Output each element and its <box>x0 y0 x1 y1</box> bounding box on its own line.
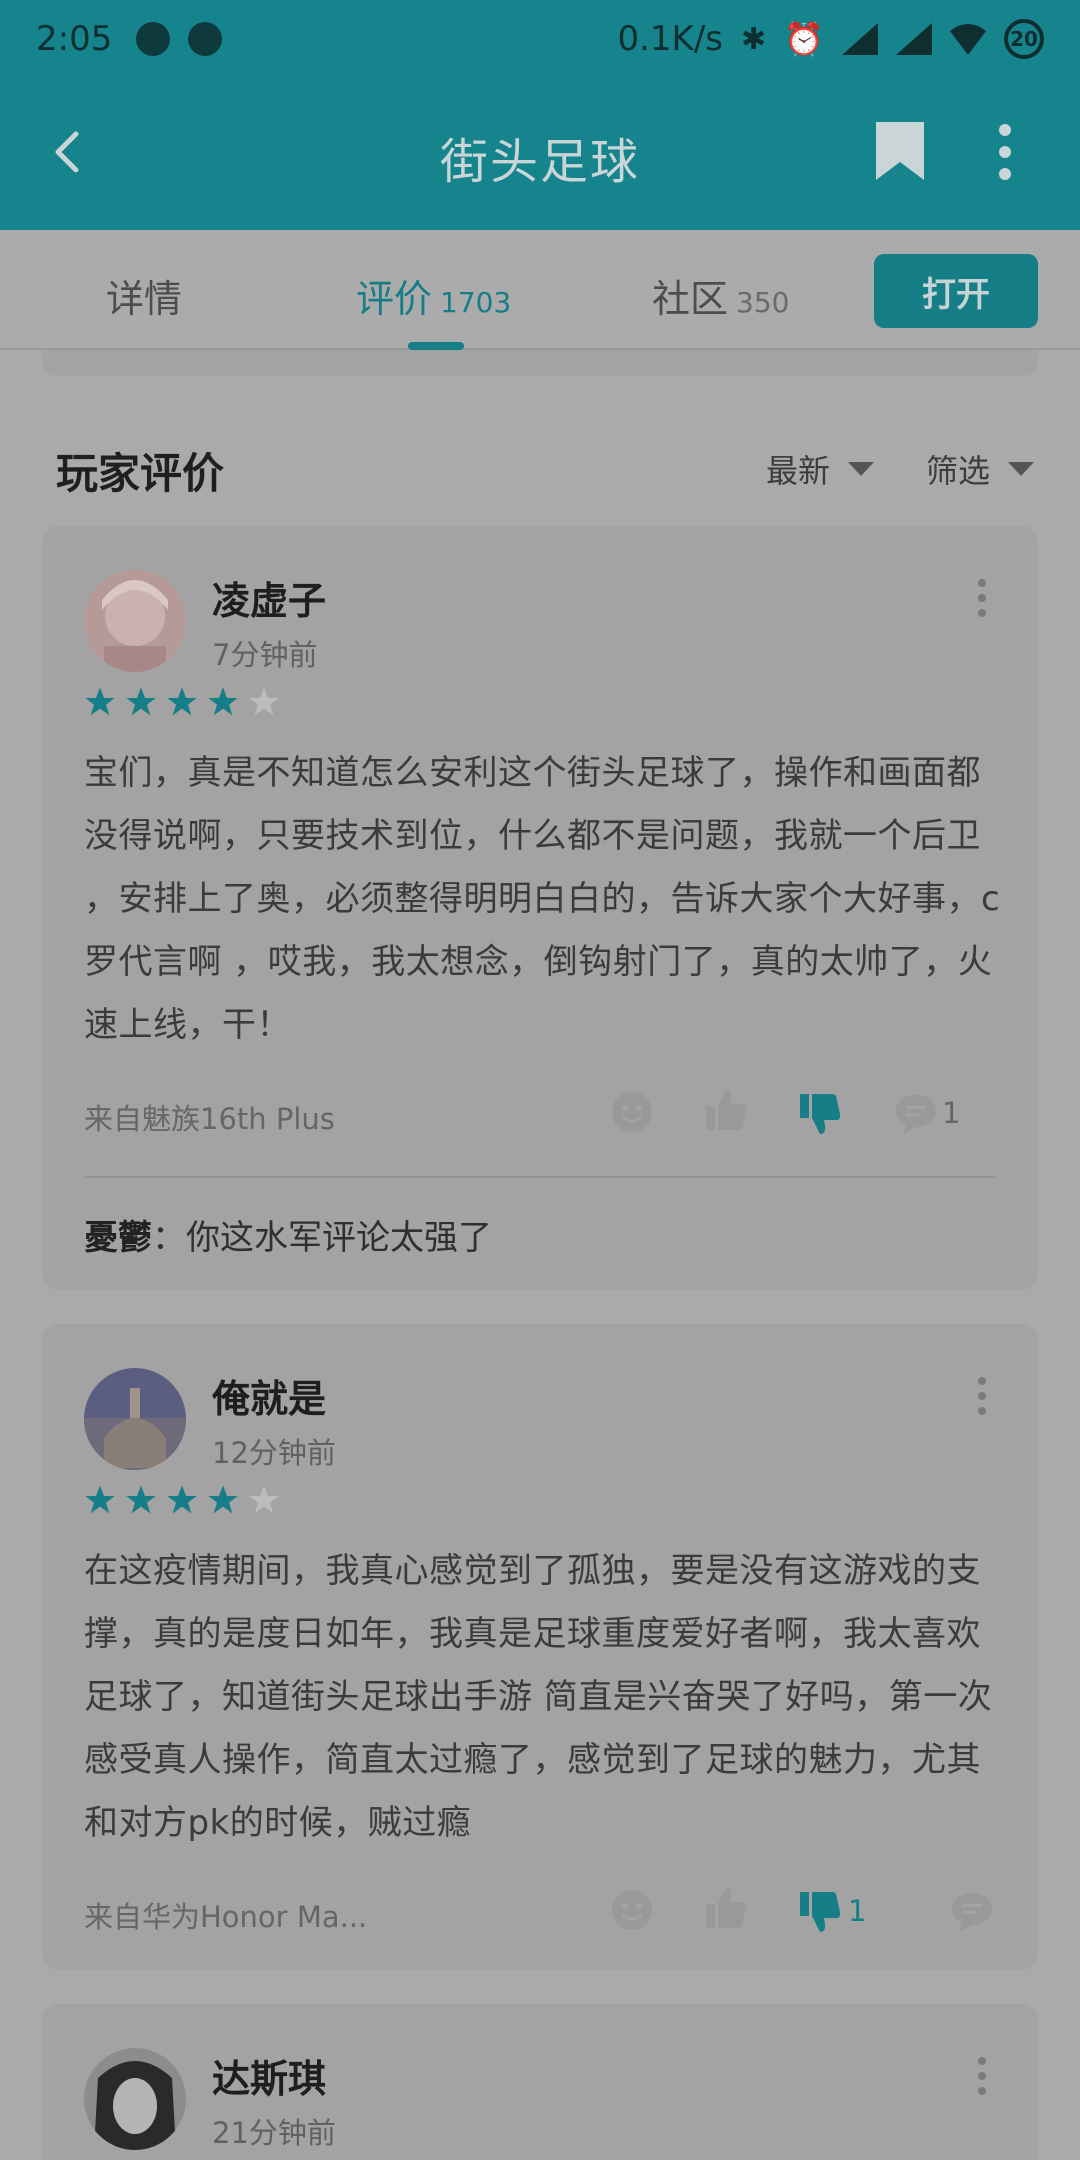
divider <box>84 1176 996 1178</box>
review-card[interactable]: 达斯琪 21分钟前 <box>42 2004 1038 2160</box>
previous-card-edge <box>42 350 1038 376</box>
tab-reviews[interactable]: 评价 1703 <box>356 268 511 323</box>
bookmark-icon[interactable] <box>872 118 928 184</box>
bluetooth-icon: ✱ <box>741 21 767 57</box>
more-vert-icon[interactable] <box>976 578 988 618</box>
review-time: 12分钟前 <box>212 1436 336 1470</box>
review-device: 来自华为Honor Ma... <box>84 1900 368 1934</box>
more-vert-icon[interactable] <box>990 122 1020 182</box>
star-rating <box>84 1484 280 1516</box>
star-filled-icon <box>85 1485 115 1514</box>
avatar[interactable] <box>84 1368 186 1470</box>
tab-label: 详情 <box>106 277 183 321</box>
sort-label: 最新 <box>766 452 831 490</box>
star-filled-icon <box>126 687 156 716</box>
review-username[interactable]: 达斯琪 <box>212 2048 326 2103</box>
reply-username[interactable]: 憂鬱 <box>84 1218 152 1258</box>
star-filled-icon <box>126 1485 156 1514</box>
star-empty-icon <box>249 687 279 716</box>
sort-dropdown[interactable]: 最新 <box>766 446 875 492</box>
thumbs-up-icon[interactable] <box>704 1886 748 1930</box>
tab-label: 社区 <box>652 277 729 321</box>
star-empty-icon <box>249 1485 279 1514</box>
review-text: 宝们，真是不知道怎么安利这个街头足球了，操作和画面都没得说啊，只要技术到位，什么… <box>84 753 1001 1045</box>
review-username[interactable]: 俺就是 <box>212 1368 326 1423</box>
caret-down-icon <box>1008 462 1035 476</box>
app-bar: 街头足球 <box>0 78 1080 230</box>
dislike-count: 1 <box>848 1894 867 1928</box>
thumbs-up-icon[interactable] <box>704 1088 748 1132</box>
star-filled-icon <box>85 687 115 716</box>
status-time: 2:05 <box>36 19 113 59</box>
tab-community[interactable]: 社区 350 <box>652 268 789 323</box>
filter-dropdown[interactable]: 筛选 <box>926 446 1035 492</box>
filter-label: 筛选 <box>926 452 991 490</box>
tab-indicator <box>408 342 464 350</box>
status-bar: 2:05 0.1K/s ✱ ⏰ 20 <box>0 0 1080 78</box>
tab-bar: 详情 评价 1703 社区 350 打开 <box>0 230 1080 350</box>
chat-notification-icon <box>136 22 171 56</box>
emoji-icon[interactable] <box>610 1888 654 1932</box>
avatar[interactable] <box>84 570 186 672</box>
wifi-icon <box>950 24 986 55</box>
more-vert-icon[interactable] <box>976 1376 988 1416</box>
clock-notification-icon <box>188 22 223 56</box>
comment-icon[interactable] <box>894 1092 938 1136</box>
review-text: 在这疫情期间，我真心感觉到了孤独，要是没有这游戏的支撑，真的是度日如年，我真是足… <box>84 1551 993 1843</box>
reply-text: ：你这水军评论太强了 <box>152 1218 492 1258</box>
star-filled-icon <box>208 1485 238 1514</box>
review-card[interactable]: 凌虚子 7分钟前 宝们，真是不知道怎么安利这个街头足球了，操作和画面都没得说啊，… <box>42 526 1038 1290</box>
open-button[interactable]: 打开 <box>874 254 1038 328</box>
tab-count: 1703 <box>440 286 512 319</box>
star-filled-icon <box>208 687 238 716</box>
network-speed: 0.1K/s <box>617 19 724 59</box>
tab-details[interactable]: 详情 <box>106 268 182 323</box>
reply-preview[interactable]: 憂鬱：你这水军评论太强了 <box>84 1210 492 1259</box>
thumbs-down-icon[interactable] <box>798 1890 842 1934</box>
review-card[interactable]: 俺就是 12分钟前 在这疫情期间，我真心感觉到了孤独，要是没有这游戏的支撑，真的… <box>42 1324 1038 1970</box>
review-username[interactable]: 凌虚子 <box>212 570 326 625</box>
tab-label: 评价 <box>356 277 433 321</box>
alarm-icon: ⏰ <box>784 20 824 58</box>
star-filled-icon <box>167 1485 197 1514</box>
review-time: 7分钟前 <box>212 638 318 672</box>
star-rating <box>84 686 280 718</box>
signal-icon <box>842 23 878 55</box>
comment-icon[interactable] <box>950 1890 994 1934</box>
section-title: 玩家评价 <box>56 449 225 498</box>
avatar[interactable] <box>84 2048 186 2150</box>
more-vert-icon[interactable] <box>976 2056 988 2096</box>
thumbs-down-icon[interactable] <box>798 1092 842 1136</box>
battery-icon: 20 <box>1004 19 1044 59</box>
caret-down-icon <box>848 462 875 476</box>
emoji-icon[interactable] <box>610 1090 654 1134</box>
signal-icon <box>896 23 932 55</box>
tab-count: 350 <box>736 286 790 319</box>
star-filled-icon <box>167 687 197 716</box>
review-device: 来自魅族16th Plus <box>84 1102 335 1136</box>
comment-count: 1 <box>942 1096 961 1130</box>
review-time: 21分钟前 <box>212 2116 336 2150</box>
